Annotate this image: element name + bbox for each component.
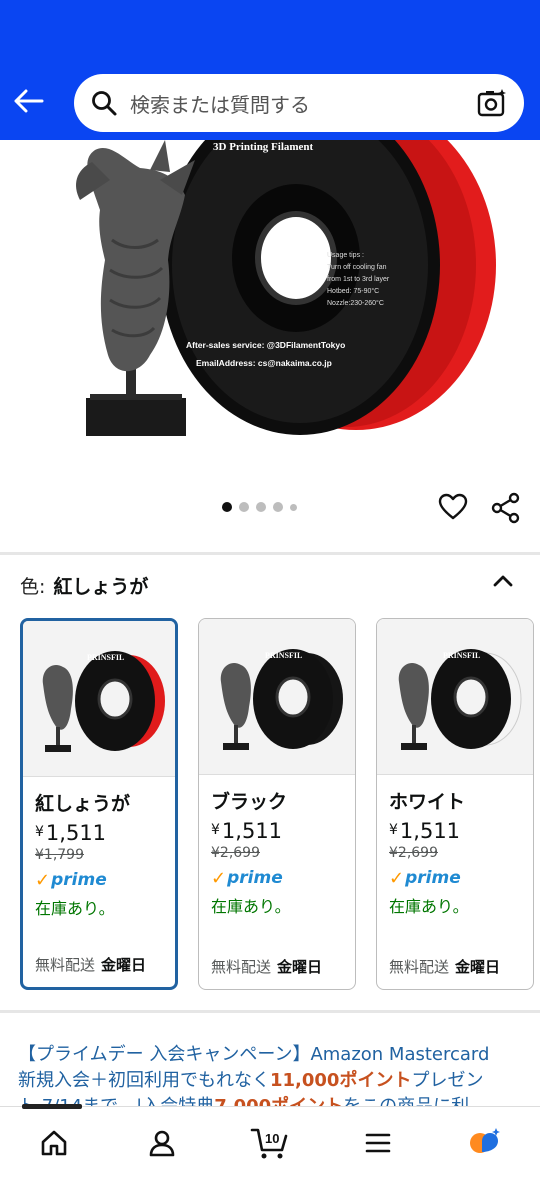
option-shipping: 無料配送 金曜日 <box>211 958 323 976</box>
carousel-dot[interactable] <box>273 502 283 512</box>
carousel-dot[interactable] <box>222 502 232 512</box>
color-options: PRINSFIL 紅しょうが ¥1,511 ¥1,799 ✓ prime 在庫あり… <box>20 618 534 990</box>
back-button[interactable] <box>12 84 46 118</box>
color-selected-value: 紅しょうが <box>53 576 149 598</box>
option-name: ホワイト <box>389 791 466 813</box>
option-list-price: ¥2,699 <box>211 845 260 861</box>
spool-label-text: 3D Printing Filament <box>213 141 314 153</box>
prime-badge: ✓ prime <box>389 867 461 889</box>
option-thumbnail: PRINSFIL <box>23 621 175 777</box>
prime-check-icon: ✓ <box>35 869 51 891</box>
promo-line: 【プライムデー 入会キャンペーン】Amazon Mastercard <box>18 1044 490 1065</box>
camera-search-icon[interactable] <box>476 87 508 119</box>
option-name: ブラック <box>211 791 288 813</box>
color-selector-header: 色: 紅しょうが <box>20 572 148 599</box>
color-option-card[interactable]: PRINSFIL ホワイト ¥1,511 ¥2,699 ✓ prime 在庫あり。… <box>376 618 534 990</box>
prime-check-icon: ✓ <box>211 867 227 889</box>
svg-text:PRINSFIL: PRINSFIL <box>443 651 480 660</box>
svg-text:Nozzle:230-260°C: Nozzle:230-260°C <box>327 299 384 307</box>
nav-menu[interactable] <box>358 1123 398 1163</box>
bottom-navigation: 10 <box>0 1104 540 1200</box>
color-option-card[interactable]: PRINSFIL ブラック ¥1,511 ¥2,699 ✓ prime 在庫あり。… <box>198 618 356 990</box>
product-photo: 3D Printing Filament Usage tips : Turn o… <box>76 140 496 436</box>
svg-text:Turn off cooling fan: Turn off cooling fan <box>327 264 387 271</box>
option-thumbnail: PRINSFIL <box>377 619 533 775</box>
svg-text:PRINSFIL: PRINSFIL <box>87 653 124 662</box>
prime-badge: ✓ prime <box>211 867 283 889</box>
option-thumbnail: PRINSFIL <box>199 619 355 775</box>
cart-count: 10 <box>265 1131 279 1146</box>
carousel-dots[interactable] <box>222 502 297 512</box>
carousel-dot[interactable] <box>239 502 249 512</box>
svg-text:Usage tips :: Usage tips : <box>327 252 364 259</box>
carousel-dot[interactable] <box>256 502 266 512</box>
section-divider <box>0 552 540 555</box>
prime-badge: ✓ prime <box>35 869 107 891</box>
option-shipping: 無料配送 金曜日 <box>35 956 147 974</box>
color-option-card[interactable]: PRINSFIL 紅しょうが ¥1,511 ¥1,799 ✓ prime 在庫あり… <box>20 618 178 990</box>
cart-icon: 10 <box>250 1128 288 1159</box>
svg-text:from 1st to 3rd layer: from 1st to 3rd layer <box>327 276 390 283</box>
svg-text:After-sales service: @3DFilame: After-sales service: @3DFilamentTokyo <box>186 340 345 350</box>
promo-link[interactable]: 【プライムデー 入会キャンペーン】Amazon Mastercard 新規入会＋… <box>18 1042 526 1106</box>
option-price: ¥1,511 <box>389 819 461 843</box>
chevron-up-icon[interactable] <box>490 568 516 594</box>
nav-account[interactable] <box>142 1123 182 1163</box>
user-icon <box>149 1130 175 1157</box>
svg-text:PRINSFIL: PRINSFIL <box>265 651 302 660</box>
option-stock: 在庫あり。 <box>35 899 115 918</box>
nav-assistant[interactable] <box>466 1123 506 1163</box>
option-shipping: 無料配送 金曜日 <box>389 958 501 976</box>
option-price: ¥1,511 <box>211 819 283 843</box>
option-stock: 在庫あり。 <box>389 897 469 916</box>
svg-text:EmailAddress: cs@nakaima.co.jp: EmailAddress: cs@nakaima.co.jp <box>196 358 332 368</box>
section-divider <box>0 1010 540 1013</box>
search-icon <box>92 91 117 116</box>
home-icon <box>41 1130 67 1156</box>
option-name: 紅しょうが <box>35 793 131 815</box>
menu-icon <box>365 1133 391 1153</box>
arrow-left-icon <box>14 89 44 113</box>
nav-active-indicator <box>22 1104 82 1109</box>
option-price: ¥1,511 <box>35 821 107 845</box>
carousel-dot[interactable] <box>290 503 297 511</box>
search-placeholder[interactable]: 検索または質問する <box>130 89 476 118</box>
promo-line: ト 7/14まで |入会特典7,000ポイントをこの商品に利 <box>18 1094 526 1106</box>
search-bar[interactable]: 検索または質問する <box>74 74 524 132</box>
nav-cart[interactable]: 10 <box>248 1123 292 1163</box>
option-stock: 在庫あり。 <box>211 897 291 916</box>
product-image[interactable]: 3D Printing Filament Usage tips : Turn o… <box>0 140 540 490</box>
option-list-price: ¥1,799 <box>35 847 84 863</box>
color-label: 色: <box>20 576 46 598</box>
rufus-assistant-icon <box>470 1128 500 1153</box>
option-list-price: ¥2,699 <box>389 845 438 861</box>
header-bar: 検索または質問する <box>0 0 540 140</box>
nav-home[interactable] <box>34 1123 74 1163</box>
share-icon[interactable] <box>490 492 522 524</box>
heart-icon[interactable] <box>438 492 468 522</box>
promo-line: 新規入会＋初回利用でもれなく11,000ポイントプレゼン <box>18 1070 484 1091</box>
svg-text:Hotbed: 75-90°C: Hotbed: 75-90°C <box>327 287 379 295</box>
prime-check-icon: ✓ <box>389 867 405 889</box>
